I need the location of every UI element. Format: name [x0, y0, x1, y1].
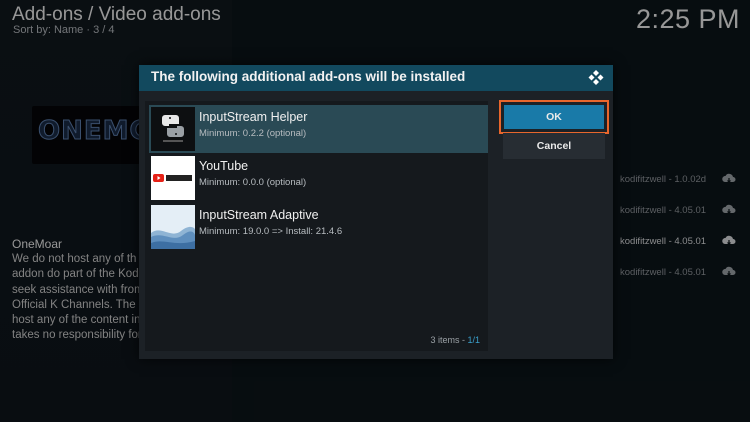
item-subtitle: Minimum: 19.0.0 => Install: 21.4.6: [199, 226, 343, 237]
ok-button-label: OK: [546, 111, 562, 123]
cancel-button[interactable]: Cancel: [503, 133, 605, 159]
item-subtitle: Minimum: 0.0.0 (optional): [199, 177, 307, 188]
kodi-logo-icon: [588, 70, 604, 85]
list-item[interactable]: InputStream Adaptive Minimum: 19.0.0 => …: [149, 203, 488, 251]
item-title: InputStream Adaptive: [199, 208, 319, 222]
list-item[interactable]: YouTube Minimum: 0.0.0 (optional): [149, 154, 488, 202]
python-icon: [151, 107, 195, 151]
item-count: 3 items: [430, 335, 460, 345]
item-title: YouTube: [199, 159, 249, 173]
item-subtitle: Minimum: 0.2.2 (optional): [199, 128, 307, 139]
install-dependencies-dialog: The following additional add-ons will be…: [139, 65, 613, 359]
dialog-header: The following additional add-ons will be…: [139, 65, 613, 91]
list-item[interactable]: InputStream Helper Minimum: 0.2.2 (optio…: [149, 105, 488, 153]
item-title: InputStream Helper: [199, 110, 308, 124]
youtube-icon: [151, 156, 195, 200]
list-footer: 3 items - 1/1: [430, 335, 480, 345]
ok-button[interactable]: OK: [499, 100, 609, 134]
addon-list: InputStream Helper Minimum: 0.2.2 (optio…: [145, 101, 488, 351]
ok-button-face[interactable]: OK: [504, 105, 604, 129]
dialog-title: The following additional add-ons will be…: [151, 69, 466, 84]
wave-icon: [151, 205, 195, 249]
cancel-button-label: Cancel: [536, 140, 572, 152]
page-indicator: 1/1: [467, 335, 480, 345]
